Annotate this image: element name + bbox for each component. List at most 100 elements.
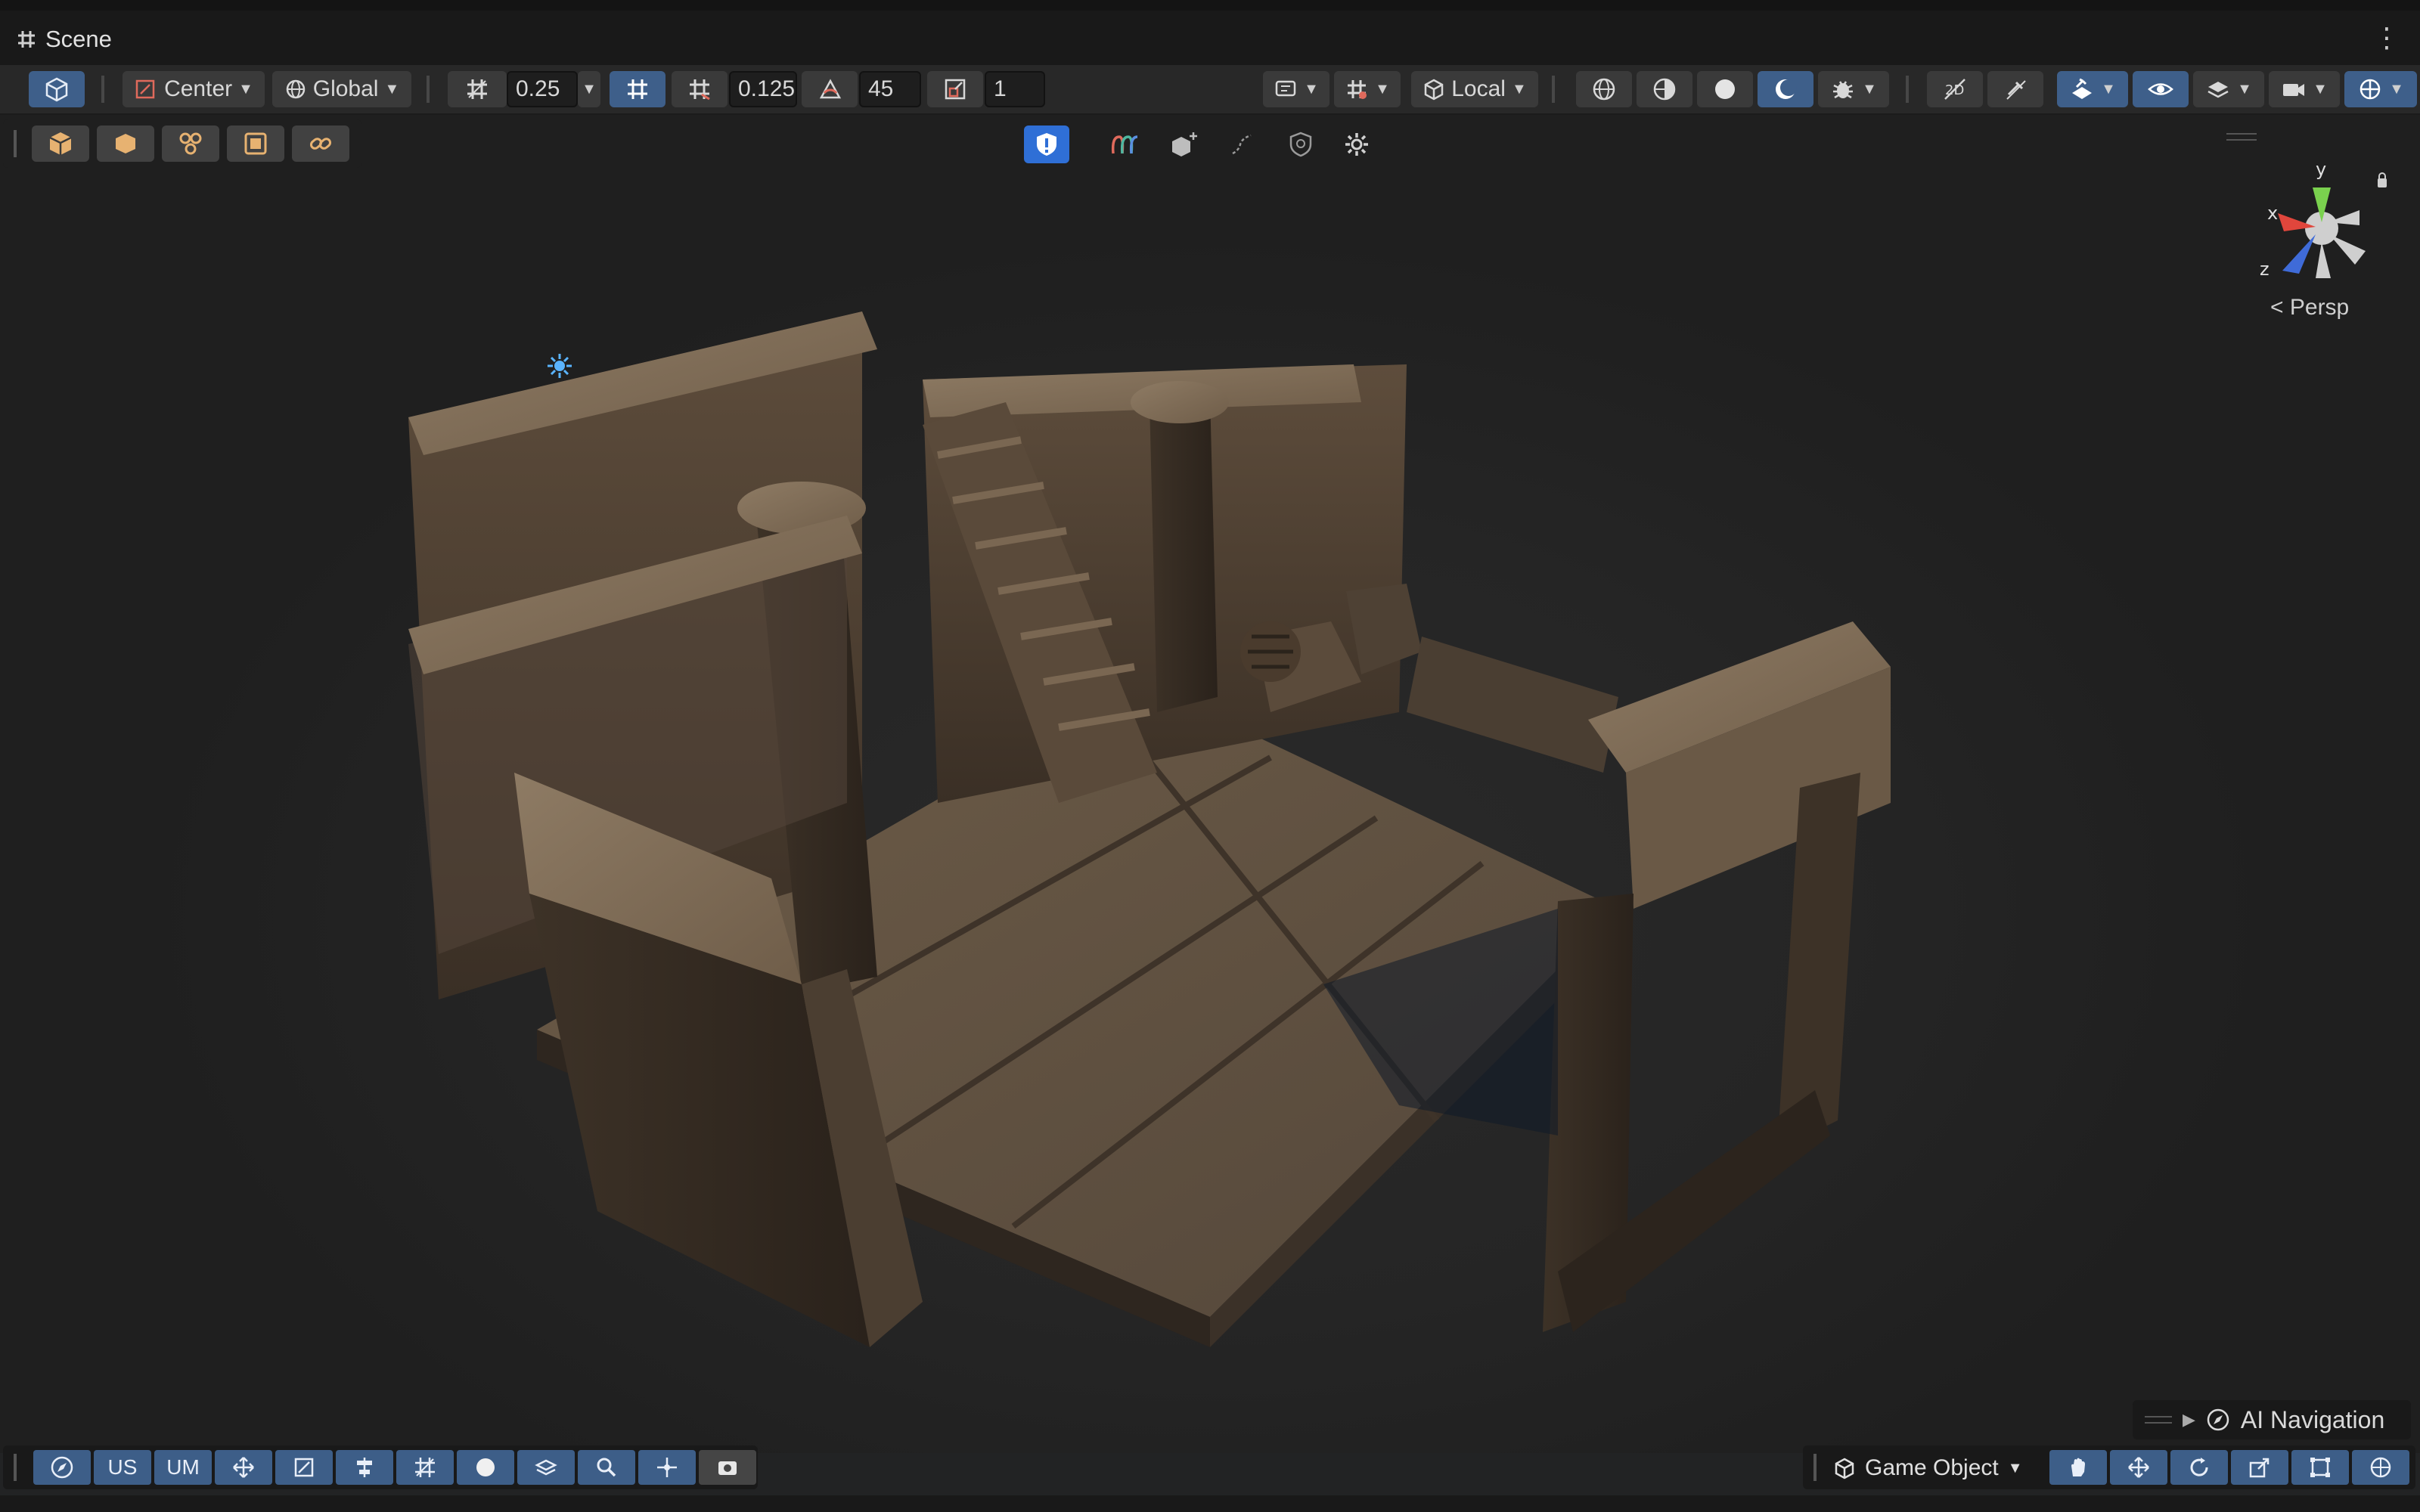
spline-overlay-button[interactable] [1219, 125, 1264, 163]
tool-context-dropdown[interactable]: Game Object ▼ [1833, 1453, 2023, 1483]
more-options-icon[interactable]: ⋮ [2373, 24, 2400, 51]
scale-tool-button-right[interactable] [2231, 1450, 2288, 1485]
search-tool-button[interactable] [578, 1450, 635, 1485]
add-object-overlay-button[interactable] [1162, 125, 1207, 163]
scale-snap-value-field[interactable]: 1 [985, 71, 1045, 107]
cube-icon [45, 77, 68, 102]
expand-arrow-icon[interactable]: ▶ [2183, 1410, 2195, 1430]
move-tool-button[interactable] [215, 1450, 272, 1485]
probe-overlay-button[interactable] [1103, 125, 1148, 163]
hand-tool-button[interactable] [2049, 1450, 2107, 1485]
scene-visibility-button[interactable] [2133, 71, 2189, 107]
um-label: UM [166, 1455, 200, 1479]
solid-sphere-icon [1715, 79, 1735, 99]
gizmos-dropdown[interactable]: ▼ [2344, 71, 2417, 107]
ai-navigation-panel[interactable]: ▶ AI Navigation [2133, 1400, 2411, 1439]
layers-icon [2207, 82, 2229, 98]
overlay-tool-3[interactable] [162, 125, 219, 162]
ai-navigation-label: AI Navigation [2240, 1405, 2385, 1433]
toolbar-separator [1552, 76, 1555, 103]
link-icon [309, 138, 332, 150]
grid-visibility-dropdown[interactable]: ▼ [1334, 71, 1401, 107]
grid-snap-dropdown[interactable]: ▼ [578, 71, 600, 107]
align-icon [357, 1458, 372, 1477]
settings-overlay-button[interactable] [1334, 125, 1379, 163]
view-options-dropdown[interactable]: ▼ [1263, 71, 1329, 107]
rotate-snap-value: 45 [868, 76, 894, 101]
rect-tool-button[interactable] [2291, 1450, 2349, 1485]
rotate-tool-button[interactable] [2170, 1450, 2228, 1485]
grid-tool-button[interactable] [396, 1450, 454, 1485]
dungeon-ruins-model[interactable] [378, 228, 1981, 1453]
scale-tool-button[interactable] [275, 1450, 333, 1485]
us-button[interactable]: US [94, 1450, 151, 1485]
sphere-tool-button[interactable] [457, 1450, 514, 1485]
chevron-down-icon: ▼ [1304, 80, 1319, 98]
info-overlay-button[interactable] [1024, 125, 1069, 163]
eye-icon [2148, 83, 2173, 95]
move-tool-button-right[interactable] [2110, 1450, 2167, 1485]
layers-tool-button[interactable] [517, 1450, 575, 1485]
debug-draw-mode-dropdown[interactable]: ▼ [1818, 71, 1889, 107]
layers-dropdown[interactable]: ▼ [2193, 71, 2264, 107]
space-dropdown[interactable]: Global ▼ [272, 71, 411, 107]
lit-shading-button[interactable] [1758, 71, 1813, 107]
increment-snap-toggle[interactable] [610, 71, 666, 107]
scene-viewport[interactable]: y x z < Persp [0, 115, 2420, 1453]
toolbar-separator [101, 76, 104, 103]
crosshair-arrows-icon [657, 1458, 677, 1477]
pivot-dropdown[interactable]: Center ▼ [123, 71, 265, 107]
align-tool-button[interactable] [336, 1450, 393, 1485]
gizmo-z-axis[interactable] [2282, 234, 2316, 274]
spline-icon [1232, 134, 1252, 155]
scene-tab[interactable]: Scene [17, 23, 112, 56]
um-button[interactable]: UM [154, 1450, 212, 1485]
rotate-snap-value-field[interactable]: 45 [859, 71, 921, 107]
orientation-dropdown[interactable]: Local ▼ [1411, 71, 1538, 107]
overlay-tool-1[interactable] [32, 125, 89, 162]
gizmo-y-label: y [2316, 159, 2326, 180]
chevron-down-icon: ▼ [384, 80, 400, 98]
lit-sphere-icon [1776, 79, 1797, 99]
status-bar [0, 1495, 2420, 1512]
grid-snap-toggle[interactable] [448, 71, 507, 107]
scene-tab-bar: Scene ⋮ [0, 11, 2420, 65]
overlay-tool-5[interactable] [292, 125, 349, 162]
chevron-down-icon: ▼ [2007, 1459, 2023, 1476]
move-snap-toggle[interactable] [672, 71, 728, 107]
shaded-wireframe-button[interactable] [1637, 71, 1692, 107]
2d-mode-icon: 2D [1944, 79, 1965, 100]
rotate-snap-toggle[interactable] [802, 71, 858, 107]
grid-snap-value-field[interactable]: 0.25 [507, 71, 578, 107]
navmesh-overlay-button[interactable] [1278, 125, 1323, 163]
orientation-gizmo[interactable]: y x z [2246, 138, 2397, 289]
gizmo-drag-handle[interactable] [2226, 133, 2257, 141]
overlay-tool-4[interactable] [227, 125, 284, 162]
chevron-down-icon: ▼ [1511, 80, 1527, 98]
wireframe-shading-button[interactable] [1576, 71, 1632, 107]
bottom-drag-handle[interactable] [14, 1454, 17, 1481]
audio-toggle-button[interactable] [1987, 71, 2043, 107]
navigation-compass-button[interactable] [33, 1450, 91, 1485]
transform-tool-button[interactable] [2352, 1450, 2409, 1485]
move-snap-value-field[interactable]: 0.125 [729, 71, 797, 107]
hand-icon [2071, 1458, 2085, 1476]
chevron-down-icon: ▼ [1862, 80, 1877, 98]
projection-toggle[interactable]: < Persp [2270, 295, 2349, 321]
toolbar-separator [1906, 76, 1909, 103]
pivot-tool-button[interactable] [638, 1450, 696, 1485]
2d-toggle-button[interactable]: 2D [1927, 71, 1983, 107]
add-cube-icon [1172, 132, 1197, 156]
bottom-right-drag-handle[interactable] [1813, 1454, 1817, 1481]
shaded-button[interactable] [1697, 71, 1753, 107]
tool-mode-button[interactable] [29, 71, 85, 107]
panel-drag-handle[interactable] [2145, 1416, 2172, 1424]
rect-transform-icon [2310, 1458, 2330, 1477]
effects-dropdown[interactable]: ▼ [2057, 71, 2128, 107]
camera-settings-dropdown[interactable]: ▼ [2269, 71, 2340, 107]
overlay-drag-handle[interactable] [14, 130, 17, 157]
globe-icon [286, 79, 305, 99]
scale-snap-toggle[interactable] [927, 71, 983, 107]
overlay-tool-2[interactable] [97, 125, 154, 162]
screenshot-tool-button[interactable] [699, 1450, 756, 1485]
